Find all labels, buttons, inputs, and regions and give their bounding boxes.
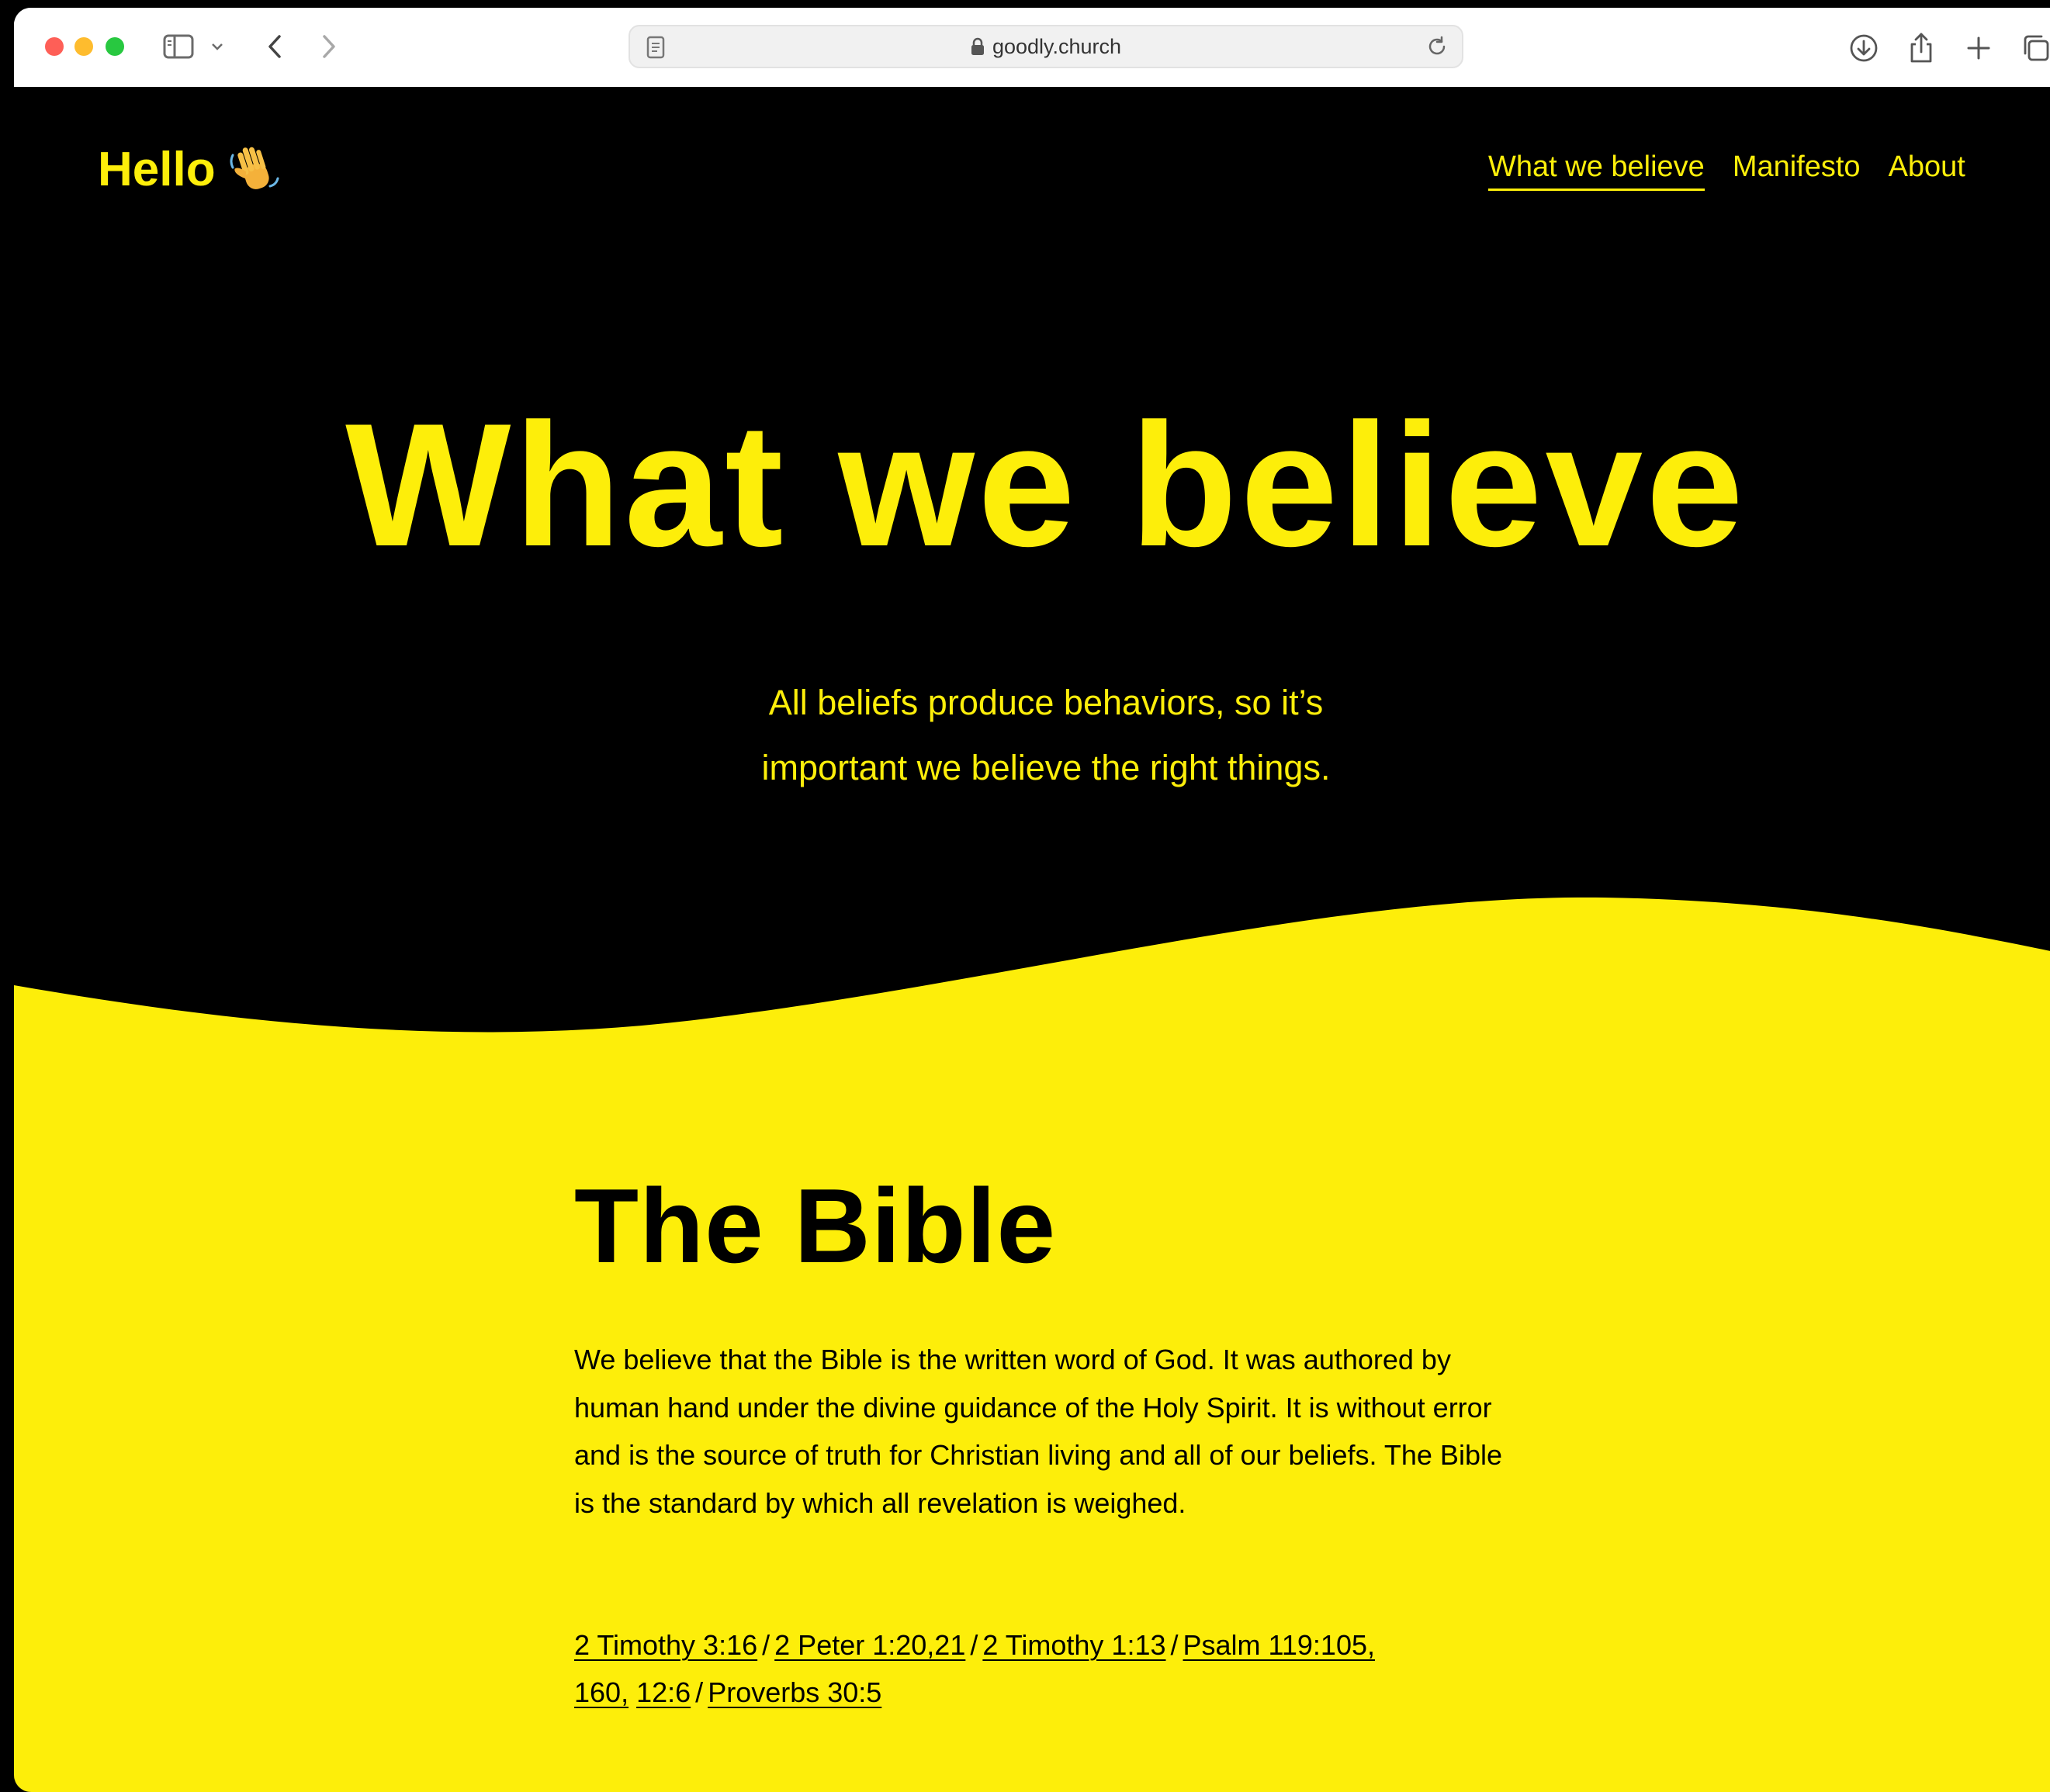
back-button[interactable] [261, 31, 289, 62]
browser-window: goodly.church Hello What we believe Mani… [14, 8, 2050, 1792]
ref-psalm-119-105[interactable]: Psalm 119:105, [1183, 1629, 1375, 1661]
ref-separator: / [695, 1676, 704, 1708]
download-icon [1850, 34, 1878, 62]
ref-psalm-12-6[interactable]: 12:6 [636, 1676, 691, 1708]
new-tab-button[interactable] [1962, 31, 1996, 65]
section-body: We believe that the Bible is the written… [574, 1344, 1502, 1519]
address-url: goodly.church [992, 34, 1122, 58]
waving-hand-icon [230, 147, 279, 189]
lock-icon [971, 37, 984, 55]
logo-text: Hello [98, 142, 216, 196]
scripture-references: 2 Timothy 3:16/2 Peter 1:20,21/2 Timothy… [574, 1621, 1428, 1716]
nav-about[interactable]: About [1889, 150, 1965, 191]
ref-separator: / [1170, 1629, 1179, 1661]
ref-separator: / [762, 1629, 770, 1661]
site-logo[interactable]: Hello [98, 141, 282, 197]
chevron-right-icon [323, 35, 335, 58]
tab-overview-button[interactable] [2019, 31, 2050, 65]
share-button[interactable] [1904, 31, 1938, 65]
tabs-icon [2024, 35, 2049, 61]
chevron-left-icon [268, 35, 281, 58]
address-center: goodly.church [630, 26, 1462, 67]
ref-2-timothy-1-13[interactable]: 2 Timothy 1:13 [982, 1629, 1165, 1661]
web-page: Hello What we believe Manifesto About Wh… [14, 87, 2050, 1792]
main-nav: What we believe Manifesto About [1488, 150, 1965, 191]
sidebar-toggle-button[interactable] [161, 31, 196, 62]
ref-proverbs-30-5[interactable]: Proverbs 30:5 [708, 1676, 881, 1708]
minimize-window-button[interactable] [74, 37, 93, 56]
downloads-button[interactable] [1847, 31, 1881, 65]
section-title: The Bible [574, 1167, 1057, 1285]
hero-subtitle: All beliefs produce behaviors, so it’s i… [14, 670, 2050, 801]
nav-manifesto[interactable]: Manifesto [1733, 150, 1861, 191]
reload-icon[interactable] [1425, 34, 1449, 59]
zoom-window-button[interactable] [106, 37, 124, 56]
forward-button[interactable] [315, 31, 343, 62]
hero-title: What we believe [345, 386, 1747, 583]
close-window-button[interactable] [45, 37, 64, 56]
ref-separator: / [970, 1629, 978, 1661]
share-icon [1910, 33, 1932, 63]
ref-2-timothy-3-16[interactable]: 2 Timothy 3:16 [574, 1629, 757, 1661]
ref-2-peter-1-20-21[interactable]: 2 Peter 1:20,21 [774, 1629, 965, 1661]
nav-what-we-believe[interactable]: What we believe [1488, 150, 1705, 191]
plus-icon [1967, 36, 1990, 60]
hero-subtitle-line-1: All beliefs produce behaviors, so it’s [768, 683, 1324, 722]
sidebar-icon [163, 34, 194, 59]
bible-section: The Bible We believe that the Bible is t… [574, 1167, 1536, 1708]
ref-psalm-160[interactable]: 160, [574, 1676, 629, 1708]
chevron-down-icon [212, 43, 223, 50]
browser-toolbar: goodly.church [14, 8, 2050, 88]
hero-subtitle-line-2: important we believe the right things. [761, 748, 1331, 787]
address-bar[interactable]: goodly.church [629, 25, 1463, 68]
sidebar-menu-button[interactable] [208, 31, 227, 62]
